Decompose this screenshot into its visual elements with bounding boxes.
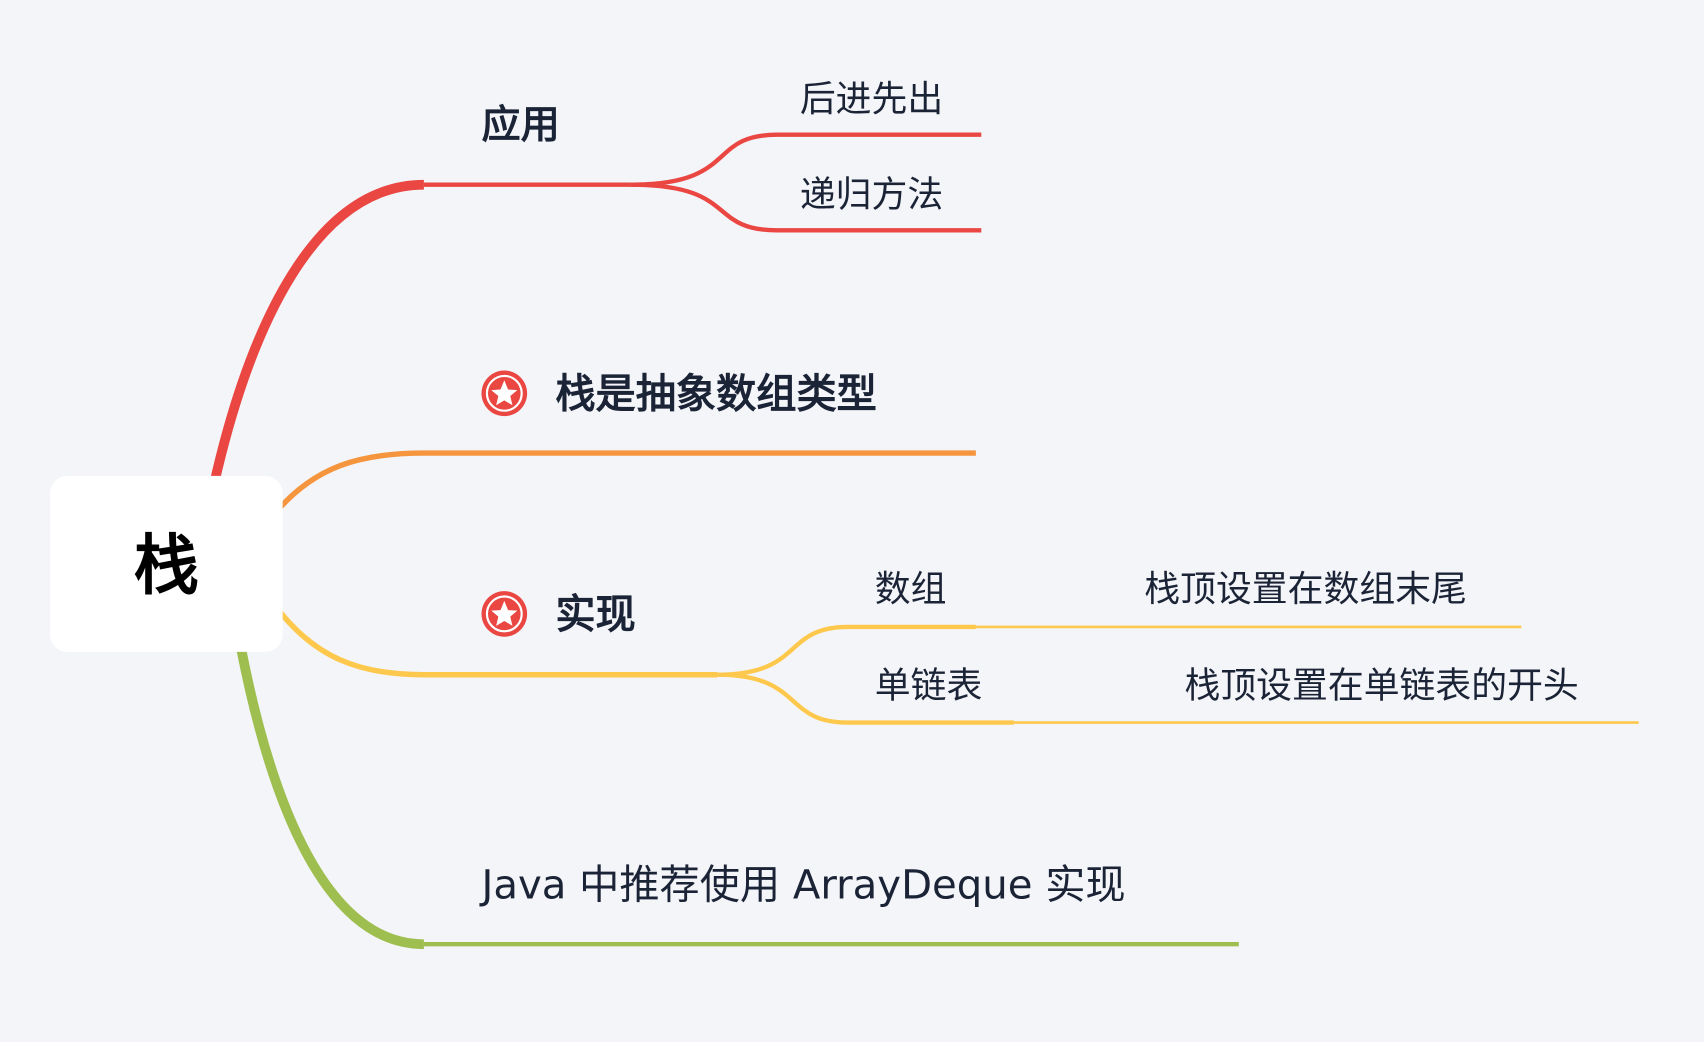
branch-impl[interactable]: 实现 数组 栈顶设置在数组末尾 单链表 栈顶设置在单链表的开头 — [275, 569, 1639, 725]
branch-adt[interactable]: 栈是抽象数组类型 — [275, 370, 976, 513]
subtopic-lifo[interactable]: 后进先出 — [800, 79, 943, 120]
subtopic-recursion[interactable]: 递归方法 — [800, 174, 943, 215]
branch-java[interactable]: Java 中推荐使用 ArrayDeque 实现 — [236, 648, 1239, 950]
topic-adt[interactable]: 栈是抽象数组类型 — [555, 371, 877, 417]
connector-apply — [209, 179, 424, 485]
subtopic-linked-list[interactable]: 单链表 — [875, 666, 983, 707]
note-array[interactable]: 栈顶设置在数组末尾 — [1144, 569, 1467, 610]
connector-java — [236, 648, 424, 950]
topic-apply[interactable]: 应用 — [481, 103, 559, 148]
subtopic-array[interactable]: 数组 — [875, 569, 947, 610]
line-adt — [275, 450, 976, 513]
note-linked-list[interactable]: 栈顶设置在单链表的开头 — [1184, 666, 1578, 707]
star-icon — [481, 370, 528, 417]
mind-map: 应用 后进先出 递归方法 栈是抽象数组类型 实现 数组 栈顶设置在数组末尾 单链… — [50, 79, 1639, 950]
topic-java[interactable]: Java 中推荐使用 ArrayDeque 实现 — [478, 863, 1125, 909]
topic-impl[interactable]: 实现 — [555, 592, 635, 638]
root-label: 栈 — [134, 528, 199, 604]
root-topic[interactable]: 栈 — [50, 475, 283, 652]
star-icon — [481, 591, 528, 637]
branch-apply[interactable]: 应用 后进先出 递归方法 — [209, 79, 982, 485]
